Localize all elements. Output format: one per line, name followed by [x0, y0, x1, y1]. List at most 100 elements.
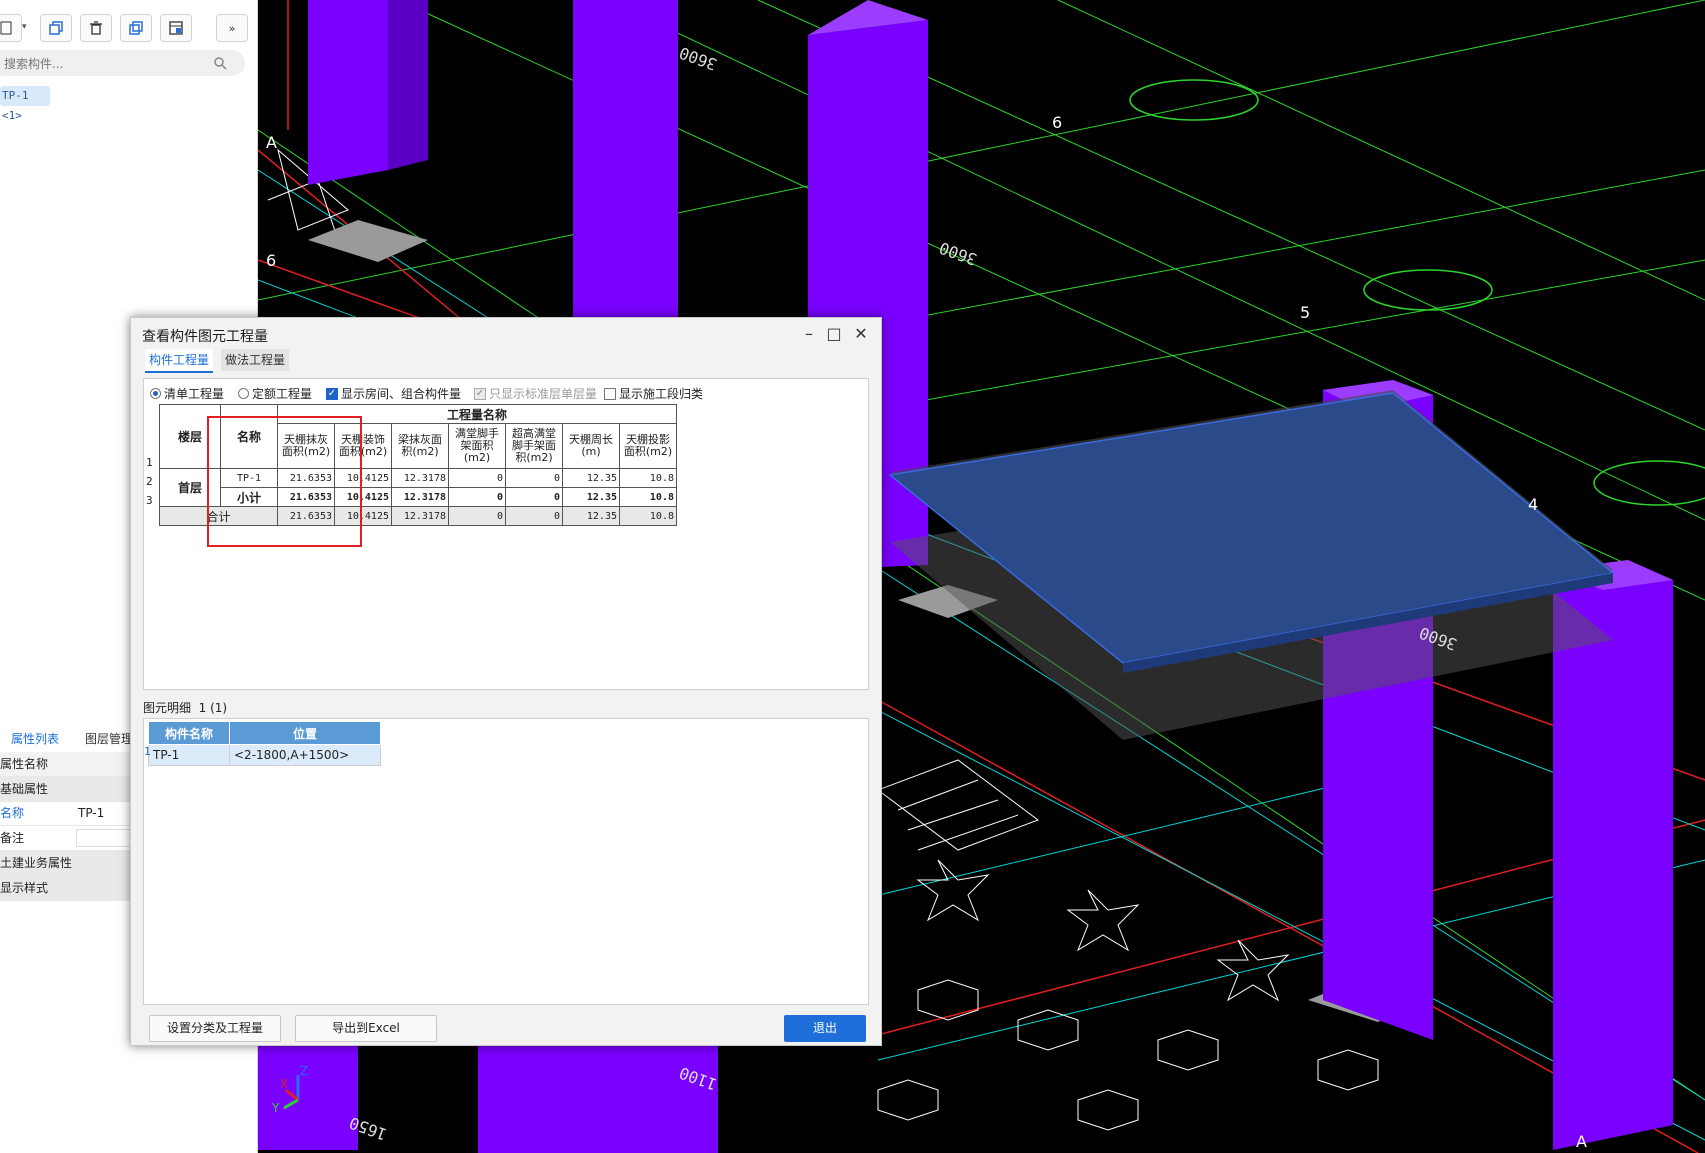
checkbox-disabled-icon: ✓	[474, 387, 486, 400]
maximize-icon: □	[826, 324, 842, 343]
axis-label-4: 4	[1528, 495, 1538, 514]
table-row[interactable]: TP-1 <2-1800,A+1500>	[148, 744, 381, 766]
axis-label-a-bottom: A	[1576, 1132, 1587, 1151]
layer-icon	[169, 21, 183, 35]
prop-group-civil[interactable]: 土建业务属性	[0, 851, 140, 876]
cell-value: 21.6353	[277, 468, 335, 488]
header-name: 名称	[220, 404, 278, 469]
cell-value: 0	[448, 487, 506, 507]
cell-value: 21.6353	[277, 506, 335, 526]
copy-button[interactable]	[40, 14, 72, 42]
header-col-4: 满堂脚手架面积(m2)	[448, 423, 506, 469]
search-icon[interactable]	[213, 56, 227, 70]
search-input[interactable]	[2, 54, 206, 74]
checkbox-unchecked-icon	[604, 387, 616, 400]
dialog-title: 查看构件图元工程量	[142, 329, 268, 345]
slab	[888, 390, 1615, 740]
option-norm-quantity[interactable]: 定额工程量	[238, 385, 312, 402]
prop-row-name: 名称 TP-1	[0, 801, 140, 826]
duplicate-button[interactable]	[120, 14, 152, 42]
header-quantity-group: 工程量名称	[277, 404, 677, 424]
cell-value: 10.8	[619, 487, 677, 507]
prop-group-display[interactable]: 显示样式	[0, 876, 140, 901]
copy-icon	[49, 21, 63, 35]
detail-cell-name: TP-1	[148, 744, 230, 766]
detail-table: 构件名称 位置 TP-1 <2-1800,A+1500>	[148, 721, 381, 766]
row-number: 1	[146, 456, 153, 469]
cell-value: 0	[448, 468, 506, 488]
header-floor: 楼层	[159, 404, 221, 469]
prop-label-note: 备注	[0, 831, 25, 845]
row-number: 2	[146, 475, 153, 488]
header-col-3: 梁抹灰面积(m2)	[391, 423, 449, 469]
close-button[interactable]: ✕	[851, 324, 871, 344]
option-construction-section[interactable]: 显示施工段归类	[604, 385, 703, 402]
header-col-6: 天棚周长(m)	[562, 423, 620, 469]
tab-method-quantity[interactable]: 做法工程量	[221, 349, 290, 371]
prop-header: 属性名称	[0, 752, 140, 777]
delete-button[interactable]	[80, 14, 112, 42]
tab-component-quantity[interactable]: 构件工程量	[145, 349, 214, 373]
dim-label-2: 3600	[937, 238, 980, 269]
prop-label-name: 名称	[0, 806, 25, 820]
radio-off-icon	[238, 388, 249, 399]
cell-value: 10.8	[619, 506, 677, 526]
new-button[interactable]	[0, 14, 22, 42]
minimize-icon: –	[805, 324, 813, 343]
cell-value: 12.35	[562, 468, 620, 488]
minimize-button[interactable]: –	[799, 324, 819, 344]
detail-header-name: 构件名称	[148, 721, 230, 745]
cell-value: 21.6353	[277, 487, 335, 507]
axis-label-a-top: A	[266, 133, 277, 152]
row-number: 3	[146, 494, 153, 507]
axis-label-6-right: 6	[1052, 113, 1062, 132]
triad-x: X	[280, 1077, 288, 1091]
prop-value-note[interactable]	[76, 829, 138, 847]
set-category-button[interactable]: 设置分类及工程量	[149, 1015, 281, 1042]
more-icon: »	[228, 21, 236, 35]
prop-value-name[interactable]: TP-1	[78, 801, 104, 825]
detail-count: 1 (1)	[198, 701, 228, 715]
cell-value: 10.4125	[334, 468, 392, 488]
detail-header-position: 位置	[229, 721, 381, 745]
dim-label-1: 3600	[677, 43, 720, 74]
triad-z: Z	[300, 1064, 308, 1078]
quantity-dialog: 查看构件图元工程量 – □ ✕ 构件工程量 做法工程量 清单工程量 定额工程量 …	[130, 317, 882, 1046]
header-col-2: 天棚装饰面积(m2)	[334, 423, 392, 469]
cell-value: 0	[505, 468, 563, 488]
prop-group-basic[interactable]: 基础属性	[0, 777, 140, 802]
tab-property-list[interactable]: 属性列表	[0, 726, 70, 754]
table-row[interactable]: 合计 21.6353 10.4125 12.3178 0 0 12.35 10.…	[159, 506, 677, 526]
tree-item-tp1[interactable]: TP-1 <1>	[0, 86, 50, 122]
header-col-1: 天棚抹灰面积(m2)	[277, 423, 335, 469]
cell-name: TP-1	[220, 468, 278, 488]
checkbox-checked-icon: ✓	[326, 387, 338, 400]
option-show-room[interactable]: ✓ 显示房间、组合构件量	[326, 385, 461, 402]
option-list-quantity[interactable]: 清单工程量	[150, 385, 224, 402]
detail-label: 图元明细 1 (1)	[143, 701, 228, 715]
axis-label-5: 5	[1300, 303, 1310, 322]
cell-name: 小计	[220, 487, 278, 507]
prop-row-note: 备注	[0, 826, 140, 851]
cell-value: 0	[505, 487, 563, 507]
detail-row-number: 1	[144, 745, 151, 758]
detail-cell-position: <2-1800,A+1500>	[229, 744, 381, 766]
axis-label-6-left: 6	[266, 251, 276, 270]
quantity-panel: 清单工程量 定额工程量 ✓ 显示房间、组合构件量 ✓ 只显示标准层单层量 显示施工段…	[143, 378, 869, 690]
dropdown-arrow-icon[interactable]: ▾	[22, 22, 27, 32]
maximize-button[interactable]: □	[824, 324, 844, 344]
header-col-7: 天棚投影面积(m2)	[619, 423, 677, 469]
radio-on-icon	[150, 388, 161, 399]
cell-value: 10.4125	[334, 506, 392, 526]
table-row[interactable]: 首层 TP-1 21.6353 10.4125 12.3178 0 0 12.3…	[159, 468, 677, 507]
cell-value: 10.8	[619, 468, 677, 488]
table-row[interactable]: 小计 21.6353 10.4125 12.3178 0 0 12.35 10.…	[160, 487, 677, 507]
exit-button[interactable]: 退出	[784, 1015, 866, 1042]
more-button[interactable]: »	[216, 14, 248, 42]
duplicate-icon	[129, 21, 143, 35]
export-excel-button[interactable]: 导出到Excel	[295, 1015, 437, 1042]
option-standard-floor: ✓ 只显示标准层单层量	[474, 387, 598, 401]
cell-value: 12.35	[562, 487, 620, 507]
cell-value: 12.3178	[391, 487, 449, 507]
layer-button[interactable]	[160, 14, 192, 42]
